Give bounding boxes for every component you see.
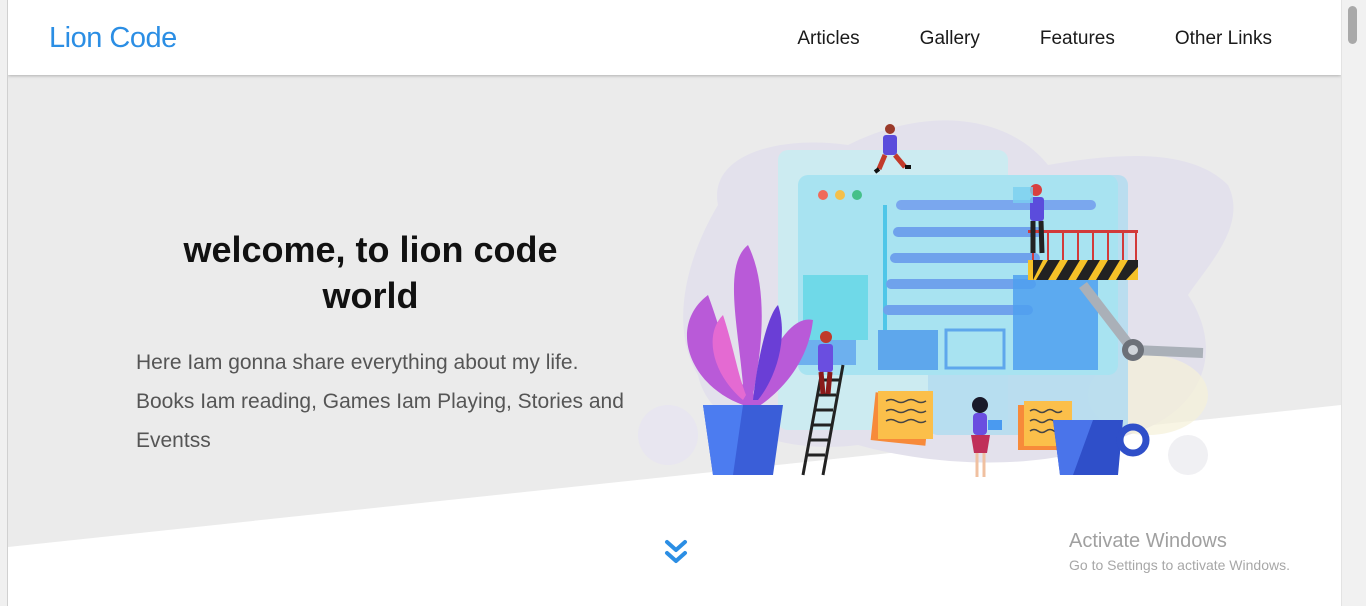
vertical-scrollbar[interactable] <box>1341 0 1366 606</box>
hero-section: welcome, to lion code world Here Iam gon… <box>8 75 1341 606</box>
nav-links: Articles Gallery Features Other Links <box>797 28 1272 50</box>
hero-illustration <box>638 120 1234 477</box>
watermark-title: Activate Windows <box>1069 530 1227 552</box>
nav-link-articles[interactable]: Articles <box>797 28 859 50</box>
hero-title: welcome, to lion code world <box>183 229 558 316</box>
nav-link-gallery[interactable]: Gallery <box>920 28 980 50</box>
hero-description: Here Iam gonna share everything about my… <box>136 351 624 452</box>
page: Lion Code Articles Gallery Features Othe… <box>8 0 1341 606</box>
brand-logo-text[interactable]: Lion Code <box>49 22 177 55</box>
nav-link-other-links[interactable]: Other Links <box>1175 28 1272 50</box>
navbar: Lion Code Articles Gallery Features Othe… <box>8 0 1341 75</box>
watermark-subtitle: Go to Settings to activate Windows. <box>1069 557 1290 573</box>
scrollbar-thumb[interactable] <box>1348 6 1357 44</box>
double-chevron-down-icon[interactable] <box>664 538 688 568</box>
nav-link-features[interactable]: Features <box>1040 28 1115 50</box>
window-frame-left <box>0 0 8 606</box>
windows-activation-watermark: Activate Windows Go to Settings to activ… <box>1069 530 1290 573</box>
